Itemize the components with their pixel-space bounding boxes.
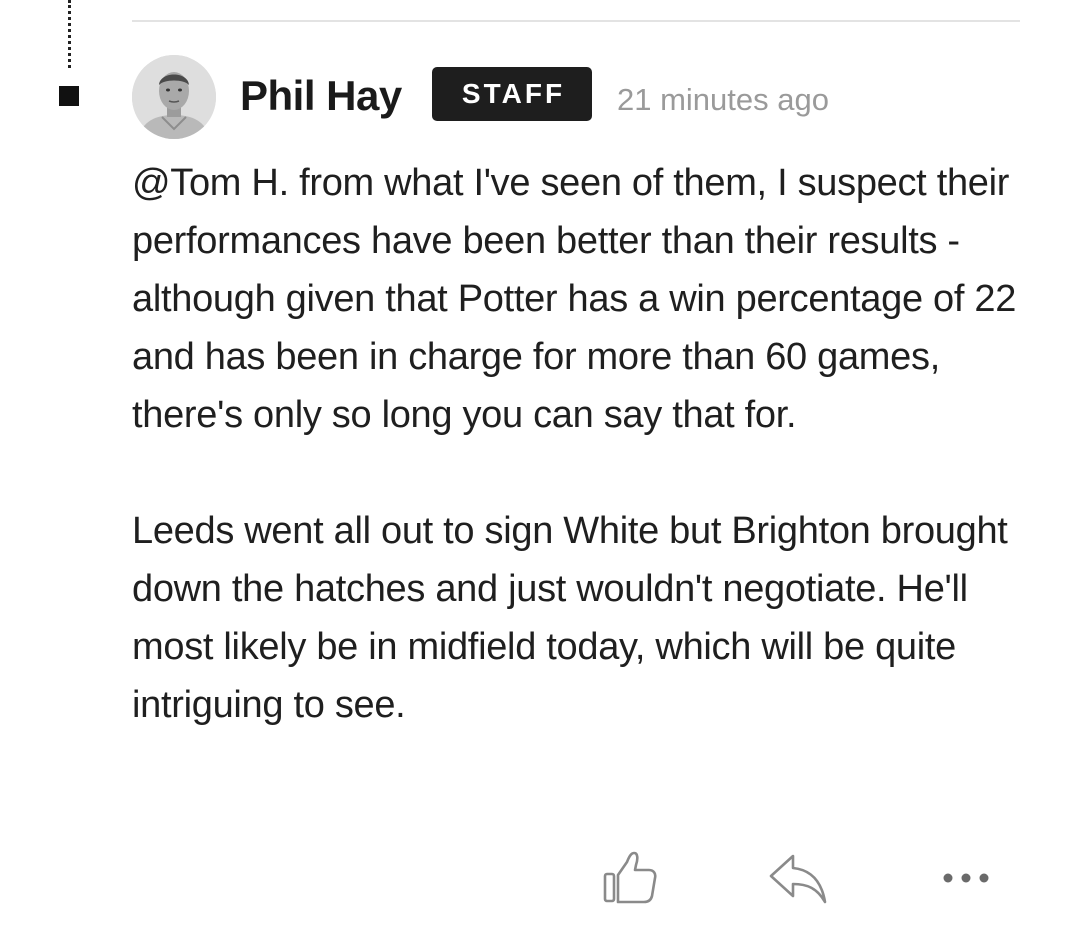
staff-badge: STAFF: [432, 67, 592, 121]
thread-marker: [59, 86, 79, 106]
comment-actions: [0, 846, 1080, 910]
comment-timestamp: 21 minutes ago: [617, 82, 829, 117]
avatar[interactable]: [132, 55, 216, 139]
reply-arrow-icon: [769, 854, 827, 904]
reply-button[interactable]: [766, 846, 830, 910]
more-options-button[interactable]: [936, 846, 996, 910]
thread-connector-line: [68, 0, 71, 68]
comment-paragraph: @Tom H. from what I've seen of them, I s…: [132, 162, 1017, 436]
thumbs-up-icon: [603, 851, 657, 904]
more-horizontal-icon: [943, 873, 989, 883]
avatar-portrait-icon: [132, 55, 216, 139]
divider: [132, 20, 1020, 22]
comment-paragraph: Leeds went all out to sign White but Bri…: [132, 510, 1008, 726]
like-button[interactable]: [598, 846, 662, 910]
comment-body: @Tom H. from what I've seen of them, I s…: [132, 154, 1032, 734]
author-name[interactable]: Phil Hay: [240, 70, 402, 122]
